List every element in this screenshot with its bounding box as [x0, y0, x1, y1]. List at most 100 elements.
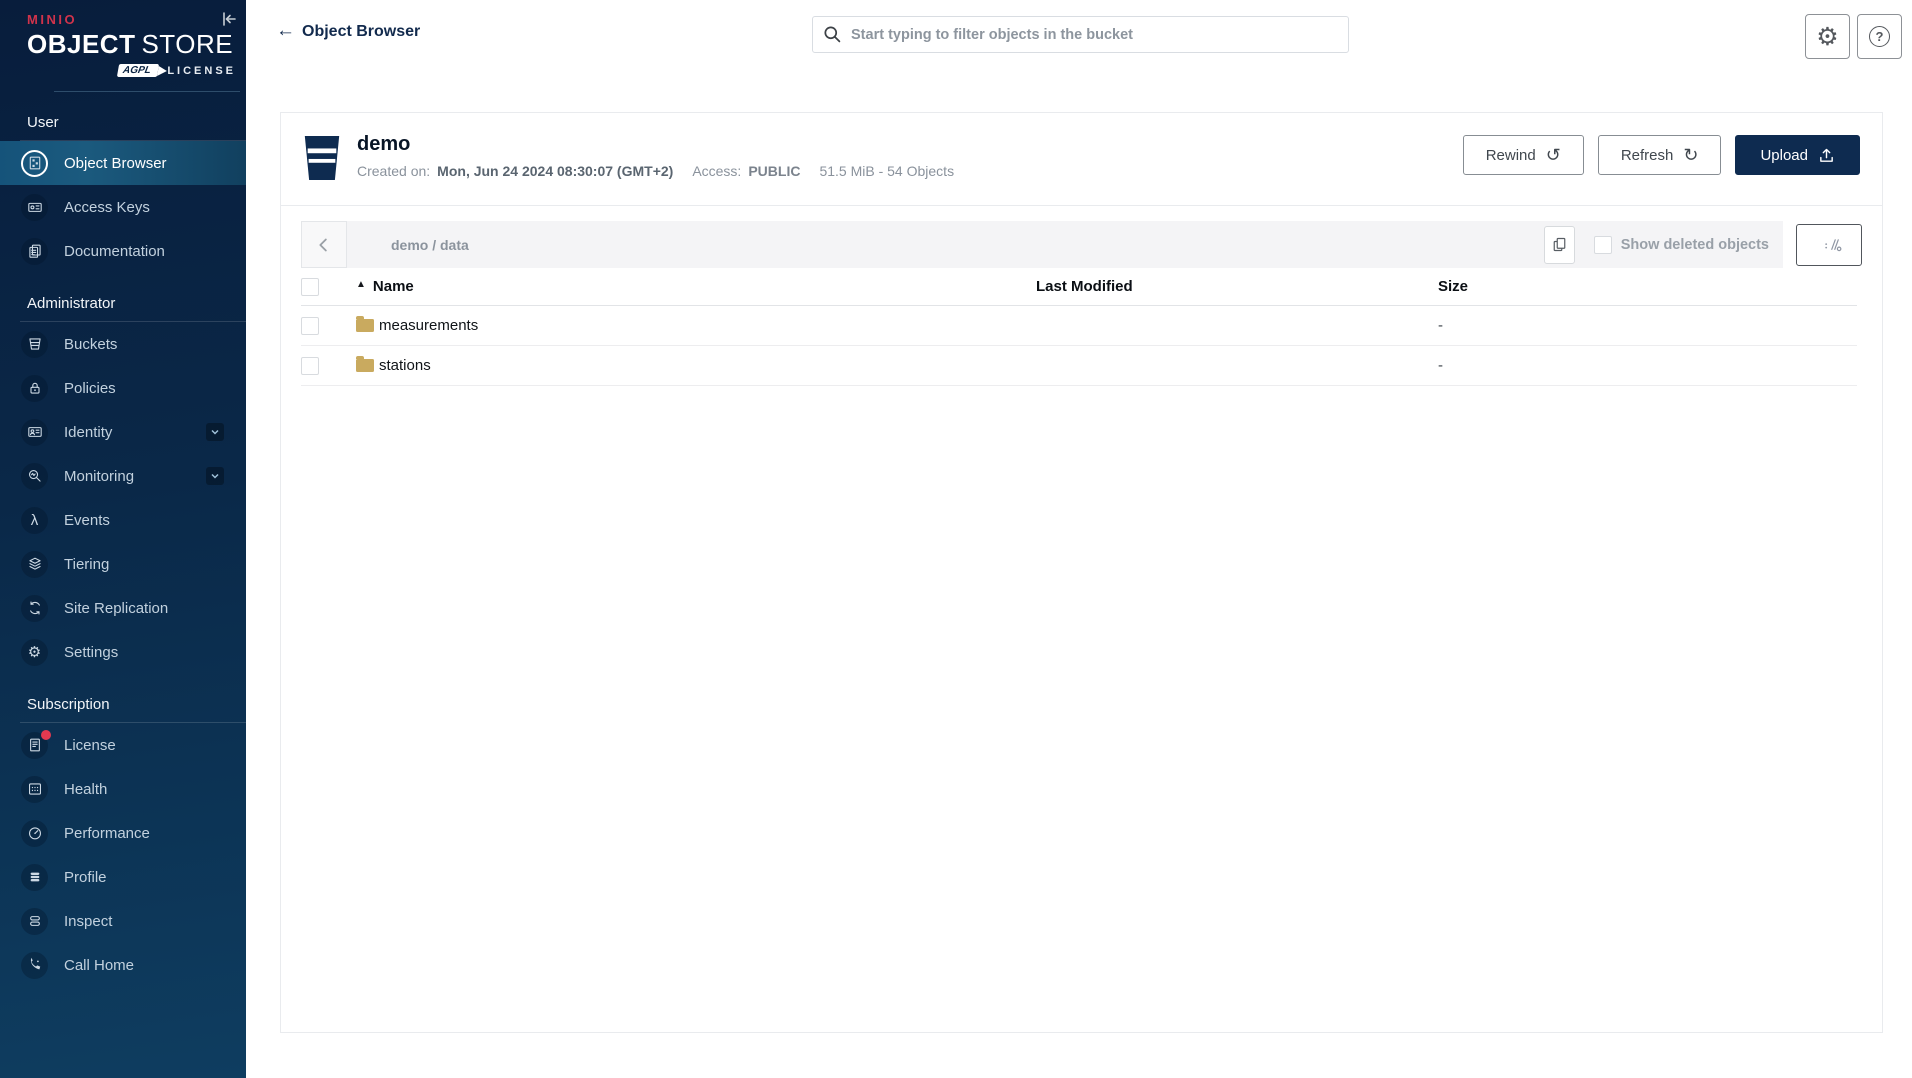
- object-size: -: [1438, 357, 1857, 374]
- sidebar-item-label: Site Replication: [64, 600, 168, 617]
- license-label: LICENSE: [167, 65, 236, 77]
- upload-button[interactable]: Upload: [1735, 135, 1860, 175]
- top-header: ← Object Browser ⚙ ?: [246, 0, 1912, 62]
- column-header-name[interactable]: ▲ Name: [356, 278, 1036, 295]
- sidebar-item-label: Events: [64, 512, 110, 529]
- sidebar-section-user: User Object Browser Access Keys Document…: [0, 114, 246, 273]
- replication-icon: [21, 595, 48, 622]
- logo-object-text: OBJECT: [27, 29, 135, 59]
- sidebar-item-label: Policies: [64, 380, 116, 397]
- sidebar-item-label: Tiering: [64, 556, 109, 573]
- upload-label: Upload: [1760, 147, 1808, 164]
- tiering-icon: [21, 551, 48, 578]
- sidebar-item-policies[interactable]: Policies: [0, 366, 246, 410]
- show-deleted-checkbox[interactable]: [1594, 236, 1612, 254]
- sidebar-item-label: Buckets: [64, 336, 117, 353]
- bucket-icon: [21, 331, 48, 358]
- performance-icon: [21, 820, 48, 847]
- breadcrumb-back-button[interactable]: [301, 221, 347, 268]
- policies-icon: [21, 375, 48, 402]
- object-name[interactable]: measurements: [379, 317, 478, 334]
- license-icon: [21, 732, 48, 759]
- create-new-path-button[interactable]: [1796, 224, 1862, 266]
- inspect-icon: [21, 908, 48, 935]
- sidebar-item-documentation[interactable]: Documentation: [0, 229, 246, 273]
- show-deleted-label[interactable]: Show deleted objects: [1621, 237, 1769, 253]
- profile-icon: [21, 864, 48, 891]
- copy-path-button[interactable]: [1544, 226, 1575, 264]
- sidebar-item-performance[interactable]: Performance: [0, 811, 246, 855]
- access-label: Access:: [692, 163, 741, 179]
- sidebar-item-health[interactable]: Health: [0, 767, 246, 811]
- row-checkbox[interactable]: [301, 357, 319, 375]
- bucket-stats: 51.5 MiB - 54 Objects: [819, 163, 954, 179]
- search-icon: [823, 25, 842, 44]
- identity-icon: [21, 419, 48, 446]
- column-header-last-modified[interactable]: Last Modified: [1036, 278, 1438, 295]
- sidebar-item-events[interactable]: λ Events: [0, 498, 246, 542]
- sidebar-item-inspect[interactable]: Inspect: [0, 899, 246, 943]
- page-title: Object Browser: [302, 23, 420, 41]
- sidebar-item-label: Profile: [64, 869, 107, 886]
- sidebar-item-license[interactable]: License: [0, 723, 246, 767]
- gear-icon: ⚙: [21, 639, 48, 666]
- agpl-badge: AGPL: [116, 64, 158, 77]
- call-home-icon: [21, 952, 48, 979]
- section-label-user: User: [0, 114, 246, 131]
- lambda-icon: λ: [21, 507, 48, 534]
- sidebar-item-access-keys[interactable]: Access Keys: [0, 185, 246, 229]
- help-icon: ?: [1869, 26, 1890, 47]
- sidebar-item-call-home[interactable]: Call Home: [0, 943, 246, 987]
- settings-button[interactable]: ⚙: [1805, 14, 1850, 59]
- folder-icon: [356, 359, 374, 372]
- rewind-label: Rewind: [1486, 147, 1536, 164]
- sidebar-item-tiering[interactable]: Tiering: [0, 542, 246, 586]
- sidebar-item-label: Object Browser: [64, 155, 167, 172]
- table-row[interactable]: measurements -: [301, 306, 1857, 346]
- object-name[interactable]: stations: [379, 357, 431, 374]
- sidebar-item-label: Call Home: [64, 957, 134, 974]
- collapse-sidebar-icon[interactable]: [217, 8, 239, 30]
- browser-toolbar: demo / data Show deleted objects: [301, 221, 1862, 268]
- select-all-checkbox[interactable]: [301, 278, 319, 296]
- refresh-icon: ↻: [1683, 146, 1698, 164]
- sidebar-item-label: Settings: [64, 644, 118, 661]
- sidebar-item-identity[interactable]: Identity: [0, 410, 246, 454]
- monitoring-icon: [21, 463, 48, 490]
- search-input[interactable]: [851, 27, 1338, 43]
- chevron-down-icon[interactable]: [206, 467, 224, 485]
- sidebar-item-label: Documentation: [64, 243, 165, 260]
- sidebar-item-profile[interactable]: Profile: [0, 855, 246, 899]
- object-browser-icon: [21, 150, 48, 177]
- table-header-row: ▲ Name Last Modified Size: [301, 268, 1857, 306]
- table-row[interactable]: stations -: [301, 346, 1857, 386]
- rewind-button[interactable]: Rewind ↺: [1463, 135, 1584, 175]
- breadcrumb[interactable]: demo / data: [391, 237, 469, 253]
- sidebar-item-site-replication[interactable]: Site Replication: [0, 586, 246, 630]
- chevron-down-icon[interactable]: [206, 423, 224, 441]
- sidebar: MINIO OBJECTSTORE AGPL LICENSE User Obje…: [0, 0, 246, 1078]
- sidebar-item-monitoring[interactable]: Monitoring: [0, 454, 246, 498]
- back-arrow-icon[interactable]: ←: [276, 20, 295, 42]
- section-label-administrator: Administrator: [0, 295, 246, 312]
- refresh-button[interactable]: Refresh ↻: [1598, 135, 1722, 175]
- access-value: PUBLIC: [748, 163, 800, 179]
- refresh-label: Refresh: [1621, 147, 1674, 164]
- column-header-size[interactable]: Size: [1438, 278, 1857, 295]
- health-icon: [21, 776, 48, 803]
- sidebar-item-settings[interactable]: ⚙ Settings: [0, 630, 246, 674]
- access-keys-icon: [21, 194, 48, 221]
- help-button[interactable]: ?: [1857, 14, 1902, 59]
- created-value: Mon, Jun 24 2024 08:30:07 (GMT+2): [437, 163, 673, 179]
- sidebar-item-label: Monitoring: [64, 468, 134, 485]
- sidebar-item-buckets[interactable]: Buckets: [0, 322, 246, 366]
- bucket-icon: [301, 133, 343, 188]
- bucket-name: demo: [357, 133, 954, 156]
- bucket-actions: Rewind ↺ Refresh ↻ Upload: [1463, 133, 1860, 188]
- row-checkbox[interactable]: [301, 317, 319, 335]
- created-label: Created on:: [357, 163, 430, 179]
- gear-icon: ⚙: [1816, 22, 1838, 52]
- new-path-icon: [1824, 237, 1843, 253]
- copy-icon: [1552, 236, 1567, 253]
- sidebar-item-object-browser[interactable]: Object Browser: [0, 141, 246, 185]
